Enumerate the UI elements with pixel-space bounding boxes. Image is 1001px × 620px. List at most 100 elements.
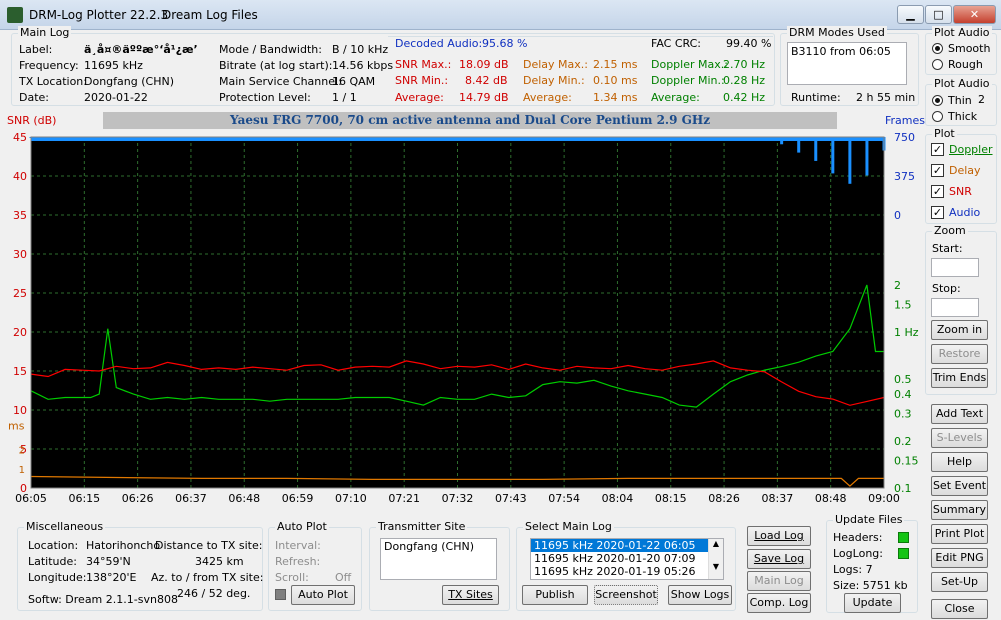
maximize-button[interactable]: □ <box>925 5 952 24</box>
screenshot-button[interactable]: Screenshot <box>594 585 658 605</box>
add-text-button[interactable]: Add Text <box>931 404 988 424</box>
longitude-key: Longitude: <box>28 571 87 584</box>
audio-frames-band <box>31 137 884 141</box>
log-list-item[interactable]: 11695 kHz 2020-01-22 06:05 <box>531 539 723 552</box>
minimize-button[interactable]: ▁ <box>897 5 924 24</box>
snr-axis-label-text: SNR (dB) <box>7 114 57 127</box>
x-tick-label: 06:48 <box>228 492 260 505</box>
snr-min-value: 8.42 dB <box>465 74 508 87</box>
zoom-start-input[interactable] <box>931 258 979 277</box>
runtime-value: 2 h 55 min <box>856 91 916 104</box>
zoom-stop-input[interactable] <box>931 298 979 317</box>
publish-button[interactable]: Publish <box>522 585 588 605</box>
mode-key: Mode / Bandwidth: <box>219 43 322 56</box>
distance-value: 3425 km <box>195 555 244 568</box>
window-subtitle: Dream Log Files <box>162 8 258 22</box>
snr-tick-label: 20 <box>13 326 27 339</box>
tx-site-list[interactable]: Dongfang (CHN) <box>380 538 497 580</box>
auto-plot-indicator <box>275 589 286 600</box>
scroll-up-icon[interactable]: ▲ <box>709 539 723 548</box>
log-list-item[interactable]: 11695 kHz 2020-01-20 07:09 <box>531 552 723 565</box>
close-window-button[interactable]: ✕ <box>953 5 996 24</box>
log-list[interactable]: 11695 kHz 2020-01-22 06:05 11695 kHz 202… <box>530 538 724 580</box>
rough-radio[interactable] <box>932 59 943 70</box>
smooth-radio[interactable] <box>932 43 943 54</box>
frequency-value: 11695 kHz <box>84 59 143 72</box>
tx-sites-button[interactable]: TX Sites <box>442 585 499 605</box>
tx-location-value: Dongfang (CHN) <box>84 75 174 88</box>
drm-modes-title: DRM Modes Used <box>787 26 887 39</box>
bitrate-key: Bitrate (at log start): <box>219 59 333 72</box>
snr-tick-label: 10 <box>13 404 27 417</box>
zoom-in-button[interactable]: Zoom in <box>931 320 988 340</box>
signal-plot[interactable]: 45403530252015105006:05 06:15 06:26 06:37 06… <box>0 130 922 515</box>
decoded-audio-value: 95.68 % <box>482 37 528 50</box>
protection-value: 1 / 1 <box>332 91 357 104</box>
delay-checkbox[interactable]: ✓ <box>931 164 944 177</box>
drm-modes-list[interactable]: B3110 from 06:05 <box>787 42 907 85</box>
azimuth-key: Az. to / from TX site: <box>151 571 264 584</box>
auto-plot-button[interactable]: Auto Plot <box>291 585 355 605</box>
summary-button[interactable]: Summary <box>931 500 988 520</box>
audio-checkbox[interactable]: ✓ <box>931 206 944 219</box>
loglong-label: LogLong: <box>833 547 883 560</box>
s-levels-button[interactable]: S-Levels <box>931 428 988 448</box>
delay-max-key: Delay Max.: <box>523 58 588 71</box>
thick-radio[interactable] <box>932 111 943 122</box>
snr-check-label: SNR <box>949 185 972 198</box>
main-log-button[interactable]: Main Log <box>747 571 811 591</box>
latitude-key: Latitude: <box>28 555 77 568</box>
doppler-checkbox[interactable]: ✓ <box>931 143 944 156</box>
log-list-item[interactable]: 11695 kHz 2020-01-19 05:26 <box>531 565 723 578</box>
frames-tick-label: 750 <box>894 131 915 144</box>
x-tick-label: 08:26 <box>708 492 740 505</box>
log-list-scrollbar[interactable]: ▲ ▼ <box>708 539 723 579</box>
snr-tick-label: 35 <box>13 209 27 222</box>
snr-tick-label: 45 <box>13 131 27 144</box>
window-title: DRM-Log Plotter 22.2.3 <box>29 8 169 22</box>
hz-tick-label: 1 Hz <box>894 326 919 339</box>
loglong-status-indicator <box>898 548 909 559</box>
trim-ends-button[interactable]: Trim Ends <box>931 368 988 388</box>
latitude-value: 34°59'N <box>86 555 131 568</box>
x-tick-label: 07:32 <box>442 492 474 505</box>
save-log-button[interactable]: Save Log <box>747 549 811 569</box>
refresh-label: Refresh: <box>275 555 321 568</box>
scroll-down-icon[interactable]: ▼ <box>709 562 723 571</box>
x-tick-label: 06:15 <box>68 492 100 505</box>
doppler-min-value: 0.28 Hz <box>723 74 766 87</box>
snr-checkbox[interactable]: ✓ <box>931 185 944 198</box>
scroll-label: Scroll: <box>275 571 309 584</box>
thin-label: Thin <box>948 94 972 107</box>
x-tick-label: 08:15 <box>655 492 687 505</box>
zoom-title: Zoom <box>932 224 968 237</box>
bitrate-value: 14.56 kbps <box>332 59 394 72</box>
x-tick-label: 07:43 <box>495 492 527 505</box>
snr-max-value: 18.09 dB <box>459 58 509 71</box>
load-log-button[interactable]: Load Log <box>747 526 811 546</box>
doppler-check-label: Doppler <box>949 143 993 156</box>
print-plot-button[interactable]: Print Plot <box>931 524 988 544</box>
decoded-audio-key: Decoded Audio: <box>395 37 483 50</box>
x-tick-label: 08:37 <box>762 492 794 505</box>
restore-button[interactable]: Restore <box>931 344 988 364</box>
set-event-button[interactable]: Set Event <box>931 476 988 496</box>
snr-tick-label: 30 <box>13 248 27 261</box>
help-button[interactable]: Help <box>931 452 988 472</box>
zoom-stop-label: Stop: <box>932 282 961 295</box>
line-width-value[interactable]: 2 <box>978 93 985 106</box>
close-button[interactable]: Close <box>931 599 988 619</box>
hz-tick-label: 0.3 <box>894 408 912 421</box>
show-logs-button[interactable]: Show Logs <box>668 585 732 605</box>
snr-max-key: SNR Max.: <box>395 58 452 71</box>
update-button[interactable]: Update <box>844 593 901 613</box>
label-value: ä¸­å¤®äººæ°‘å¹¿æ’ <box>84 43 198 56</box>
frequency-key: Frequency: <box>19 59 79 72</box>
thin-radio[interactable] <box>932 95 943 106</box>
snr-tick-label: 25 <box>13 287 27 300</box>
set-up-button[interactable]: Set-Up <box>931 572 988 592</box>
doppler-avg-key: Average: <box>651 91 700 104</box>
edit-png-button[interactable]: Edit PNG <box>931 548 988 568</box>
comp-log-button[interactable]: Comp. Log <box>747 593 811 613</box>
x-tick-label: 08:48 <box>815 492 847 505</box>
